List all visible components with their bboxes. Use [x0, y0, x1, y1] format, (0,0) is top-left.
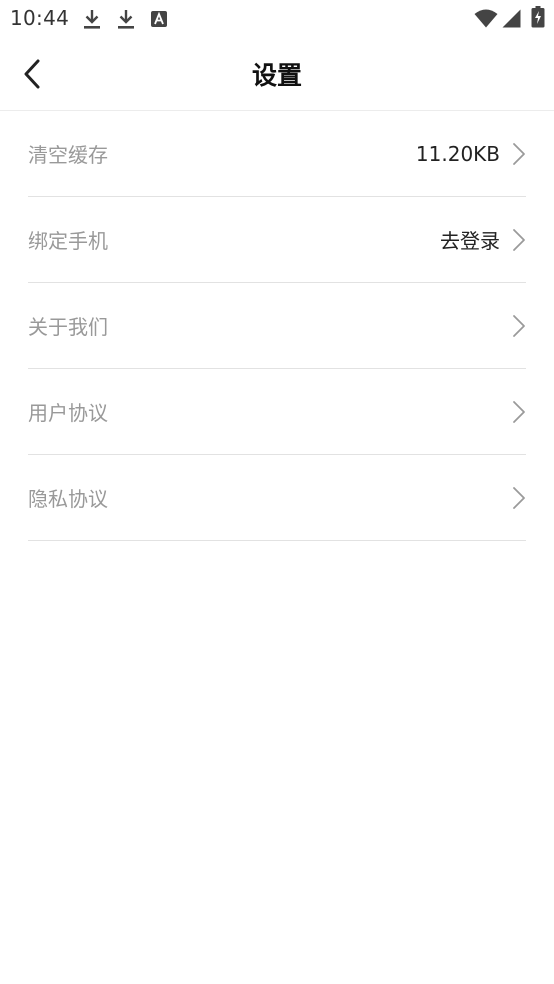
font-a-icon [151, 11, 167, 27]
setting-right [512, 283, 526, 368]
settings-list: 清空缓存 11.20KB 绑定手机 去登录 关于我们 用户协议 隐私协议 [28, 111, 526, 541]
chevron-right-icon [513, 400, 525, 423]
setting-row-user-agreement[interactable]: 用户协议 [28, 369, 526, 455]
chevron-right-icon [513, 142, 525, 165]
signal-icon [502, 9, 521, 28]
wifi-icon [474, 9, 498, 28]
setting-label: 清空缓存 [28, 143, 108, 167]
setting-row-bind-phone[interactable]: 绑定手机 去登录 [28, 197, 526, 283]
setting-right: 11.20KB [416, 111, 526, 196]
setting-right [512, 369, 526, 454]
setting-label: 隐私协议 [28, 487, 108, 511]
login-link[interactable]: 去登录 [440, 225, 500, 254]
header: 设置 [0, 38, 554, 111]
download-icon [84, 10, 100, 29]
chevron-right-icon [513, 486, 525, 509]
setting-row-clear-cache[interactable]: 清空缓存 11.20KB [28, 111, 526, 197]
download-icon [118, 10, 134, 29]
status-time: 10:44 [10, 6, 70, 30]
setting-row-privacy-agreement[interactable]: 隐私协议 [28, 455, 526, 541]
setting-right: 去登录 [440, 197, 526, 282]
setting-label: 用户协议 [28, 401, 108, 425]
status-bar: 10:44 [0, 0, 554, 38]
chevron-right-icon [513, 228, 525, 251]
setting-label: 关于我们 [28, 315, 108, 339]
setting-label: 绑定手机 [28, 229, 108, 253]
page-title: 设置 [251, 61, 302, 90]
setting-row-about-us[interactable]: 关于我们 [28, 283, 526, 369]
setting-right [512, 455, 526, 540]
cache-size-value: 11.20KB [415, 141, 500, 166]
battery-charging-icon [531, 6, 545, 28]
chevron-right-icon [513, 314, 525, 337]
